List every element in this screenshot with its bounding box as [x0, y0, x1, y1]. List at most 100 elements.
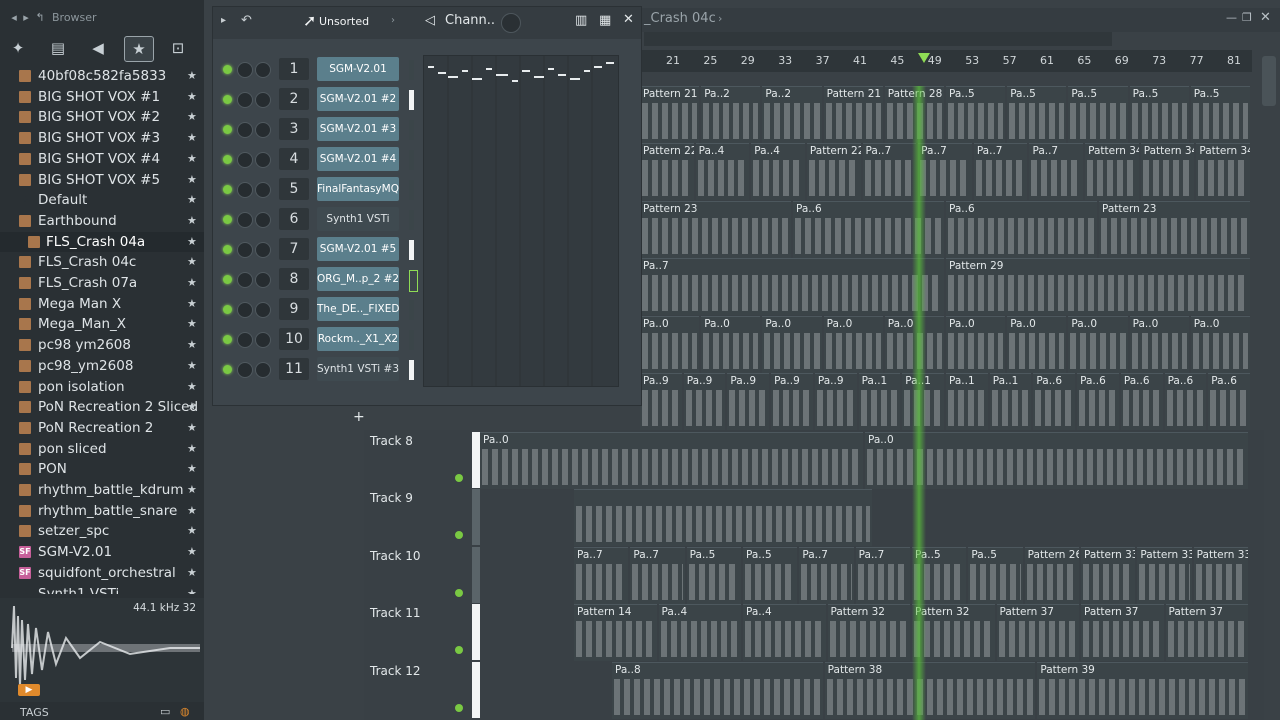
- play-preview-icon[interactable]: ▶: [18, 684, 40, 696]
- pattern-clip[interactable]: Pattern 21: [640, 86, 700, 143]
- pattern-clip[interactable]: Pa..0: [701, 315, 761, 373]
- pan-knob[interactable]: [237, 272, 253, 288]
- volume-knob[interactable]: [255, 212, 271, 228]
- mute-led[interactable]: [223, 185, 232, 194]
- star-icon[interactable]: ★: [187, 214, 197, 227]
- star-icon[interactable]: ★: [187, 338, 197, 351]
- pattern-clip[interactable]: Pa..4: [695, 143, 750, 201]
- pattern-clip[interactable]: Pa..6: [1033, 373, 1076, 430]
- pattern-clip[interactable]: Pa..5: [1129, 86, 1189, 143]
- pattern-clip[interactable]: Pa..4: [751, 143, 805, 201]
- browser-item[interactable]: BIG SHOT VOX #5 ★: [0, 170, 204, 190]
- star-icon[interactable]: ★: [187, 152, 197, 165]
- browser-item[interactable]: pon sliced ★: [0, 439, 204, 459]
- star-icon[interactable]: ★: [187, 587, 197, 595]
- channel-select-bar[interactable]: [409, 180, 414, 200]
- graph-icon[interactable]: ▥: [575, 13, 587, 28]
- pattern-clip[interactable]: Pa..0: [640, 315, 700, 373]
- channel-name-button[interactable]: FinalFantasyMQ: [317, 177, 399, 201]
- volume-knob[interactable]: [255, 182, 271, 198]
- mixer-track-number[interactable]: 11: [279, 358, 309, 380]
- star-icon[interactable]: ★: [187, 566, 197, 579]
- pattern-clip[interactable]: Pa..6: [1120, 373, 1163, 430]
- mute-led[interactable]: [223, 245, 232, 254]
- star-icon[interactable]: ★: [187, 297, 197, 310]
- channel-select-bar[interactable]: [409, 210, 414, 230]
- browser-item[interactable]: SF SGM-V2.01 ★: [0, 542, 204, 562]
- channel-select-bar[interactable]: [409, 240, 414, 260]
- browser-item[interactable]: PON ★: [0, 459, 204, 479]
- pattern-clip[interactable]: Pa..0: [762, 315, 822, 373]
- pattern-clip[interactable]: Pa..5: [1190, 86, 1250, 143]
- pattern-clip[interactable]: Pa..2: [701, 86, 761, 143]
- pattern-clip[interactable]: Pa..9: [771, 373, 813, 430]
- pattern-clip[interactable]: Pa..0: [1068, 315, 1128, 373]
- pattern-clip[interactable]: Pa..1: [858, 373, 901, 430]
- star-icon[interactable]: ★: [187, 359, 197, 372]
- pattern-clip[interactable]: Pa..0: [946, 315, 1006, 373]
- pattern-clip[interactable]: Pa..5: [946, 86, 1006, 143]
- playlist-overview[interactable]: [644, 32, 1112, 46]
- mixer-track-number[interactable]: 1: [279, 58, 309, 80]
- refresh-icon[interactable]: ◍: [180, 705, 190, 718]
- browser-item[interactable]: pc98_ym2608 ★: [0, 356, 204, 376]
- pattern-clip[interactable]: Pattern 34: [1085, 143, 1139, 201]
- browser-item[interactable]: BIG SHOT VOX #3 ★: [0, 128, 204, 148]
- mixer-track-number[interactable]: 5: [279, 178, 309, 200]
- pattern-clip[interactable]: Pa..9: [727, 373, 770, 430]
- collapse-icon[interactable]: ✦: [4, 36, 32, 60]
- channel-select-bar[interactable]: [409, 60, 414, 80]
- speaker-icon[interactable]: ◀: [84, 36, 112, 60]
- file-icon[interactable]: ▤: [44, 36, 72, 60]
- maximize-icon[interactable]: ❐: [1242, 11, 1252, 24]
- browser-item[interactable]: FLS_Crash 04c ★: [0, 252, 204, 272]
- pattern-clip[interactable]: Pa..9: [683, 373, 726, 430]
- browser-item[interactable]: pc98 ym2608 ★: [0, 335, 204, 355]
- mixer-track-number[interactable]: 10: [279, 328, 309, 350]
- mute-led[interactable]: [223, 65, 232, 74]
- pattern-clip[interactable]: Pa..0: [823, 315, 883, 373]
- pattern-clip[interactable]: Pattern 22: [640, 143, 694, 201]
- channel-select-bar[interactable]: [409, 90, 414, 110]
- channel-name-button[interactable]: Rockm.._X1_X2: [317, 327, 399, 351]
- filter-label[interactable]: Unsorted: [319, 15, 369, 28]
- timeline-ruler[interactable]: 21 25 29 33 37 41 45 49 53 57 61 65 69 73 77 81: [640, 50, 1252, 72]
- browser-item[interactable]: BIG SHOT VOX #1 ★: [0, 87, 204, 107]
- channel-name-button[interactable]: ORG_M..p_2 #2: [317, 267, 399, 291]
- pattern-clip[interactable]: Pa..7: [862, 143, 917, 201]
- pattern-clip[interactable]: Pa..6: [946, 200, 1097, 258]
- browser-item[interactable]: Earthbound ★: [0, 211, 204, 231]
- channel-name-button[interactable]: SGM-V2.01 #4: [317, 147, 399, 171]
- browser-item[interactable]: Mega_Man_X ★: [0, 314, 204, 334]
- pattern-clip[interactable]: Pa..9: [640, 373, 682, 430]
- star-icon[interactable]: ★: [187, 317, 197, 330]
- pattern-clip[interactable]: Pa..6: [1164, 373, 1207, 430]
- volume-knob[interactable]: [255, 92, 271, 108]
- piano-roll-preview[interactable]: [423, 55, 619, 387]
- channel-name-button[interactable]: The_DE.._FIXED: [317, 297, 399, 321]
- browser-item[interactable]: 40bf08c582fa5833 ★: [0, 66, 204, 86]
- volume-knob[interactable]: [255, 272, 271, 288]
- pan-knob[interactable]: [237, 122, 253, 138]
- pattern-clip[interactable]: Pa..9: [814, 373, 857, 430]
- channel-select-bar[interactable]: [409, 120, 414, 140]
- undo-icon[interactable]: ↶: [241, 13, 252, 28]
- mixer-track-number[interactable]: 7: [279, 238, 309, 260]
- volume-knob[interactable]: [255, 362, 271, 378]
- mute-led[interactable]: [223, 155, 232, 164]
- pattern-clip[interactable]: Pa..2: [762, 86, 822, 143]
- star-icon[interactable]: ★: [187, 255, 197, 268]
- speaker-icon[interactable]: ◁: [425, 13, 435, 28]
- mixer-track-number[interactable]: 8: [279, 268, 309, 290]
- play-icon[interactable]: ▸: [221, 15, 226, 26]
- star-icon[interactable]: ★: [187, 504, 197, 517]
- pan-knob[interactable]: [237, 332, 253, 348]
- star-icon[interactable]: ★: [124, 36, 154, 62]
- mute-led[interactable]: [223, 365, 232, 374]
- close-icon[interactable]: ✕: [623, 12, 634, 27]
- star-icon[interactable]: ★: [187, 193, 197, 206]
- pattern-clip[interactable]: Pattern 23: [640, 200, 791, 258]
- channel-name-button[interactable]: Synth1 VSTi: [317, 207, 399, 231]
- minimize-icon[interactable]: —: [1226, 11, 1237, 24]
- channel-name-button[interactable]: Synth1 VSTi #3: [317, 357, 399, 381]
